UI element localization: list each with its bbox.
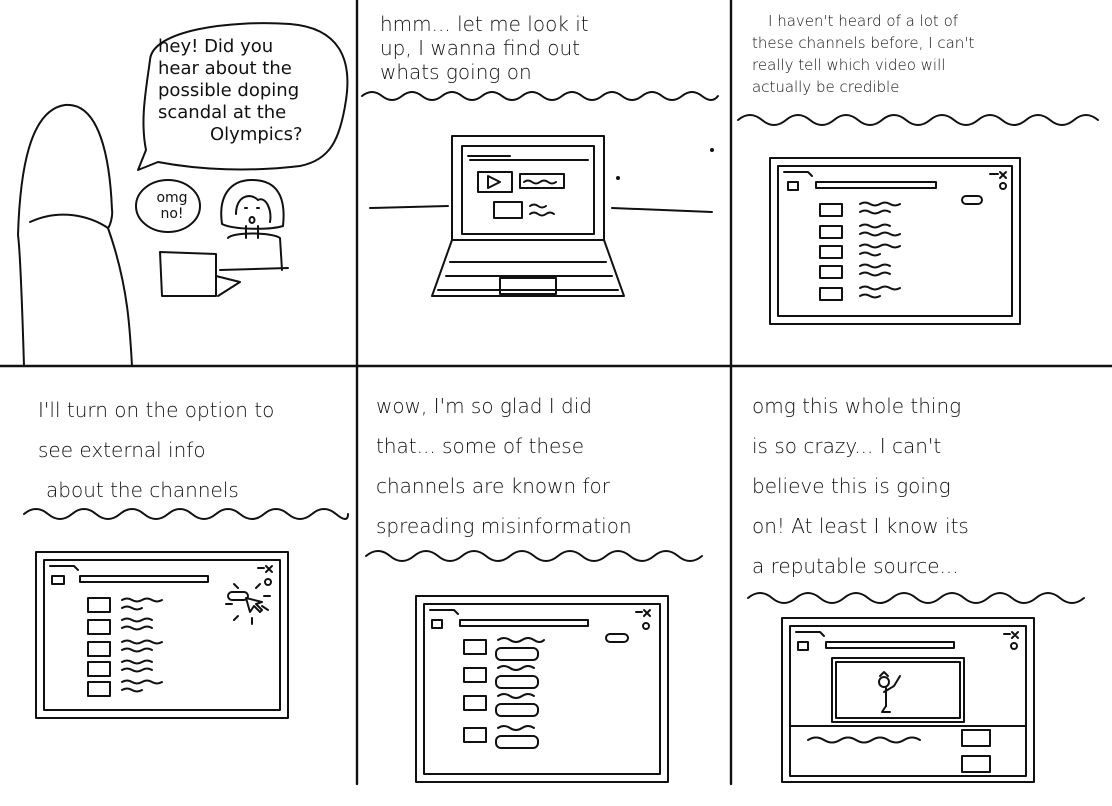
browser-window-video	[781, 617, 1035, 783]
panel-3	[737, 114, 1099, 325]
caption-line: omg this whole thing	[752, 394, 962, 418]
caption-line: up, I wanna find out	[380, 36, 580, 60]
caption-line: believe this is going	[752, 474, 951, 498]
caption-underline-wave	[365, 550, 703, 562]
browser-window-flagged	[415, 595, 669, 783]
bubble-line: scandal at the	[158, 102, 287, 123]
caption-line: hmm... let me look it	[380, 12, 589, 36]
panel-4	[23, 508, 349, 719]
friend-figure	[219, 179, 289, 271]
caption-line: about the channels	[46, 478, 239, 502]
panel-5-caption: wow, I'm so glad I did that... some of t…	[376, 386, 632, 546]
panel-3-caption: I haven't heard of a lot of these channe…	[752, 10, 974, 98]
laptop-back	[159, 251, 241, 297]
panel-6	[747, 592, 1085, 783]
caption-line: on! At least I know its	[752, 514, 969, 538]
caption-line: I haven't heard of a lot of	[768, 12, 959, 30]
caption-line: actually be credible	[752, 78, 900, 96]
person-back-silhouette	[17, 103, 133, 367]
laptop-open	[431, 135, 625, 297]
bubble-line: hey! Did you	[158, 36, 274, 57]
bubble-line: hear about the	[158, 58, 292, 79]
caption-line: I'll turn on the option to	[38, 398, 275, 422]
panel-6-caption: omg this whole thing is so crazy... I ca…	[752, 386, 969, 586]
reply-bubble-text: omg no!	[152, 190, 192, 222]
panel-2-caption: hmm... let me look it up, I wanna find o…	[380, 12, 589, 84]
reply-line: omg	[156, 190, 188, 206]
caption-line: that... some of these	[376, 434, 585, 458]
athlete-figure-icon	[878, 671, 901, 713]
speech-bubble-text: hey! Did you hear about the possible dop…	[158, 36, 346, 146]
reply-line: no!	[160, 206, 184, 222]
caption-line: channels are known for	[376, 474, 611, 498]
caption-underline-wave	[361, 91, 719, 101]
caption-line: a reputable source...	[752, 554, 959, 578]
caption-underline-wave	[737, 114, 1099, 126]
browser-window-list	[769, 157, 1021, 325]
caption-underline-wave	[747, 592, 1085, 604]
caption-line: really tell which video will	[752, 56, 946, 74]
bubble-line: Olympics?	[210, 124, 303, 145]
browser-window-toggle-click	[35, 551, 289, 719]
caption-line: is so crazy... I can't	[752, 434, 942, 458]
caption-line: wow, I'm so glad I did	[376, 394, 592, 418]
caption-underline-wave	[23, 508, 349, 520]
bubble-line: possible doping	[158, 80, 300, 101]
caption-line: spreading misinformation	[376, 514, 632, 538]
caption-line: these channels before, I can't	[752, 34, 975, 52]
person-back-hairline	[29, 213, 109, 229]
caption-line: see external info	[38, 438, 206, 462]
panel-4-caption: I'll turn on the option to see external …	[38, 390, 274, 510]
caption-line: whats going on	[380, 60, 532, 84]
panel-5	[365, 550, 703, 783]
panel-2	[361, 91, 719, 297]
